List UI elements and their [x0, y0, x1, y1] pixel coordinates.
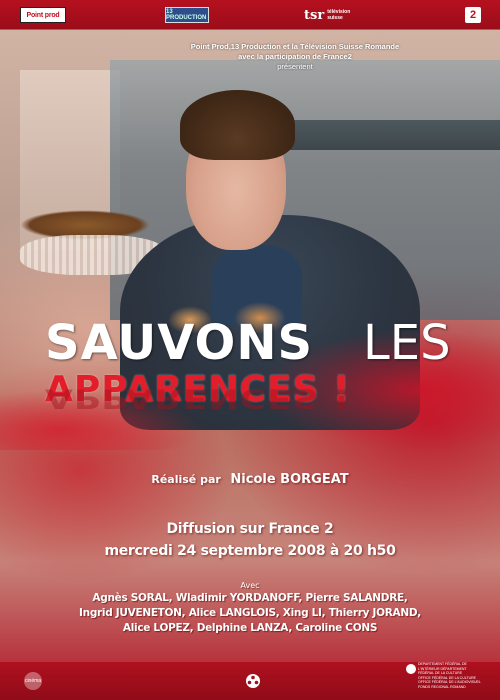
- production-credits: Point Prod,13 Production et la Télévisio…: [160, 42, 430, 72]
- broadcast-date: mercredi 24 septembre 2008 à 20 h50: [104, 543, 396, 559]
- credits-line-3: présentent: [277, 62, 313, 71]
- credits-line-1: Point Prod,13 Production et la Télévisio…: [190, 42, 400, 51]
- title-word-sauvons: SAUVONS: [45, 315, 314, 371]
- broadcast-info: Diffusion sur France 2 mercredi 24 septe…: [0, 518, 500, 562]
- top-logo-bar: Point prod 13 PRODUCTION tsr télévision …: [0, 0, 500, 30]
- pointprod-logo: Point prod: [20, 7, 66, 23]
- 13production-logo: 13 PRODUCTION: [165, 7, 209, 23]
- tsr-text-line2: suisse: [327, 15, 343, 21]
- tsr-text: télévision suisse: [327, 9, 350, 21]
- cast-label: Avec: [240, 581, 260, 590]
- title-reflection: APPARENCES !: [45, 382, 351, 414]
- swiss-federal-logo: [406, 664, 416, 674]
- cast-line-2: Ingrid JUVENETON, Alice LANGLOIS, Xing L…: [79, 607, 421, 619]
- tsr-logo: tsr télévision suisse: [304, 7, 364, 23]
- title-word-les: LES: [363, 315, 451, 371]
- film-reel-icon: [244, 672, 262, 690]
- title-line-1: SAUVONS LES: [45, 315, 465, 375]
- director-label: Réalisé par: [151, 473, 221, 486]
- cast-list: Avec Agnès SORAL, Wladimir YORDANOFF, Pi…: [0, 580, 500, 636]
- credits-line-2: avec la participation de France2: [238, 52, 352, 61]
- france2-logo: 2: [465, 7, 481, 23]
- movie-poster: Point prod 13 PRODUCTION tsr télévision …: [0, 0, 500, 700]
- boy-hair: [180, 90, 295, 160]
- fine-print-line: FONDS REGIONAL ROMAND: [418, 684, 466, 689]
- director-name: Nicole BORGEAT: [230, 472, 349, 487]
- funding-fine-print: DEPARTEMENT FÉDÉRAL DE L'INTÉRIEUR DÉPAR…: [418, 662, 494, 690]
- tsr-mark: tsr: [304, 7, 325, 23]
- cast-line-3: Alice LOPEZ, Delphine LANZA, Caroline CO…: [122, 622, 378, 634]
- director-credit: Réalisé par Nicole BORGEAT: [0, 468, 500, 487]
- cinema-logo: cinéma: [24, 672, 42, 690]
- cast-line-1: Agnès SORAL, Wladimir YORDANOFF, Pierre …: [92, 592, 408, 604]
- shop-awning: [280, 120, 500, 150]
- broadcast-channel: Diffusion sur France 2: [166, 521, 334, 537]
